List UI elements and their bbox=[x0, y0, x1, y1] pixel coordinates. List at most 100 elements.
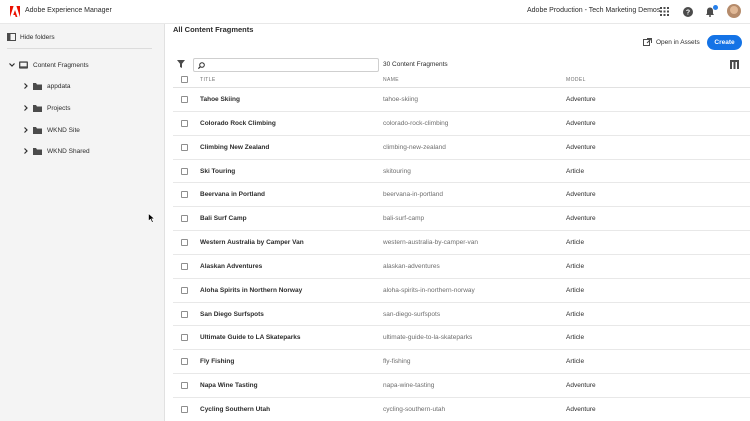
select-all-checkbox[interactable] bbox=[181, 76, 188, 83]
table-row[interactable]: Colorado Rock Climbing colorado-rock-clim… bbox=[173, 112, 750, 136]
open-in-assets-label: Open in Assets bbox=[656, 38, 700, 46]
table-row[interactable]: Cycling Southern Utah cycling-southern-ut… bbox=[173, 398, 750, 421]
app-title[interactable]: Adobe Experience Manager bbox=[25, 7, 112, 14]
row-name: bali-surf-camp bbox=[383, 215, 425, 223]
table-row[interactable]: Tahoe Skiing tahoe-skiing Adventure bbox=[173, 88, 750, 112]
row-checkbox[interactable] bbox=[181, 143, 188, 151]
row-title[interactable]: Fly Fishing bbox=[200, 358, 234, 365]
row-title[interactable]: Ski Touring bbox=[200, 168, 235, 175]
sidebar-divider bbox=[7, 48, 152, 49]
tree-item-projects[interactable]: Projects bbox=[22, 103, 70, 113]
table-row[interactable]: Fly Fishing fly-fishing Article bbox=[173, 350, 750, 375]
row-checkbox[interactable] bbox=[181, 310, 188, 318]
row-name: tahoe-skiing bbox=[383, 96, 419, 103]
row-checkbox[interactable] bbox=[181, 358, 188, 366]
tree-item-label: WKND Shared bbox=[47, 147, 90, 155]
row-title[interactable]: Aloha Spirits in Northern Norway bbox=[200, 287, 302, 294]
folder-icon bbox=[33, 82, 42, 90]
table-row[interactable]: Aloha Spirits in Northern Norway aloha-sp… bbox=[173, 279, 750, 303]
tree-item-appdata[interactable]: appdata bbox=[22, 81, 71, 91]
row-title[interactable]: Cycling Southern Utah bbox=[200, 406, 270, 413]
row-checkbox[interactable] bbox=[181, 239, 188, 247]
org-switcher[interactable]: Adobe Production - Tech Marketing Demos bbox=[527, 7, 660, 14]
table-row[interactable]: Napa Wine Tasting napa-wine-tasting Advent… bbox=[173, 374, 750, 398]
row-title[interactable]: Climbing New Zealand bbox=[200, 144, 269, 151]
table-row[interactable]: Alaskan Adventures alaskan-adventures Arti… bbox=[173, 255, 750, 279]
column-settings-icon[interactable] bbox=[730, 60, 739, 69]
table-body: Tahoe Skiing tahoe-skiing Adventure Colorad… bbox=[173, 88, 750, 421]
row-checkbox[interactable] bbox=[181, 334, 188, 342]
row-name: ultimate-guide-to-la-skateparks bbox=[383, 334, 473, 342]
tree-item-wknd-shared[interactable]: WKND Shared bbox=[22, 146, 90, 156]
row-checkbox[interactable] bbox=[181, 382, 188, 390]
column-header-name[interactable]: NAME bbox=[383, 77, 399, 83]
row-name: cycling-southern-utah bbox=[383, 405, 446, 413]
column-header-model[interactable]: MODEL bbox=[566, 77, 586, 83]
search-field[interactable] bbox=[193, 58, 379, 72]
row-title[interactable]: San Diego Surfspots bbox=[200, 311, 264, 318]
row-checkbox[interactable] bbox=[181, 215, 188, 223]
hide-folders-button[interactable]: Hide folders bbox=[7, 33, 55, 41]
user-avatar[interactable] bbox=[727, 4, 741, 18]
row-model: Adventure bbox=[566, 215, 596, 223]
row-name: western-australia-by-camper-van bbox=[383, 239, 479, 247]
row-title[interactable]: Tahoe Skiing bbox=[200, 96, 240, 103]
row-checkbox[interactable] bbox=[181, 191, 188, 199]
table-row[interactable]: Ultimate Guide to LA Skateparks ultimate-… bbox=[173, 326, 750, 351]
table-row[interactable]: Bali Surf Camp bali-surf-camp Adventure bbox=[173, 207, 750, 232]
svg-text:?: ? bbox=[685, 9, 689, 16]
table-row[interactable]: San Diego Surfspots san-diego-surfspots Ar… bbox=[173, 303, 750, 327]
notification-badge bbox=[713, 5, 718, 10]
table-row[interactable]: Climbing New Zealand climbing-new-zealand… bbox=[173, 136, 750, 160]
row-title[interactable]: Napa Wine Tasting bbox=[200, 382, 258, 389]
folder-icon bbox=[33, 104, 42, 112]
apps-grid-icon[interactable] bbox=[658, 5, 671, 18]
row-name: beervana-in-portland bbox=[383, 191, 443, 199]
open-in-new-icon bbox=[643, 38, 652, 46]
row-model: Adventure bbox=[566, 143, 596, 151]
chevron-right-icon[interactable] bbox=[22, 127, 30, 133]
row-name: san-diego-surfspots bbox=[383, 310, 441, 318]
row-model: Article bbox=[566, 167, 585, 175]
tree-item-wknd-site[interactable]: WKND Site bbox=[22, 125, 80, 135]
tree-item-label: Content Fragments bbox=[33, 61, 89, 69]
tree-item-label: appdata bbox=[47, 82, 71, 90]
chevron-right-icon[interactable] bbox=[22, 148, 30, 154]
row-checkbox[interactable] bbox=[181, 405, 188, 413]
main-content: All Content Fragments Open in Assets Cre… bbox=[165, 24, 750, 421]
row-model: Article bbox=[566, 334, 585, 342]
chevron-right-icon[interactable] bbox=[22, 105, 30, 111]
folder-icon bbox=[33, 147, 42, 155]
row-name: fly-fishing bbox=[383, 358, 411, 366]
row-model: Adventure bbox=[566, 382, 596, 390]
row-name: napa-wine-tasting bbox=[383, 382, 435, 390]
row-model: Article bbox=[566, 358, 585, 366]
content-fragments-table: TITLE NAME MODEL Tahoe Skiing tahoe-skiin… bbox=[173, 72, 750, 421]
help-icon[interactable]: ? bbox=[681, 5, 694, 18]
row-title[interactable]: Bali Surf Camp bbox=[200, 215, 247, 222]
chevron-right-icon[interactable] bbox=[22, 83, 30, 89]
row-checkbox[interactable] bbox=[181, 262, 188, 270]
create-button[interactable]: Create bbox=[707, 35, 742, 50]
search-input[interactable] bbox=[208, 61, 368, 69]
filter-icon[interactable] bbox=[177, 60, 185, 68]
table-row[interactable]: Beervana in Portland beervana-in-portland… bbox=[173, 183, 750, 208]
tree-item-content-fragments[interactable]: Content Fragments bbox=[8, 60, 89, 70]
chevron-down-icon[interactable] bbox=[8, 63, 16, 67]
row-checkbox[interactable] bbox=[181, 167, 188, 175]
row-title[interactable]: Western Australia by Camper Van bbox=[200, 239, 304, 246]
row-checkbox[interactable] bbox=[181, 96, 188, 103]
adobe-logo-icon[interactable] bbox=[10, 6, 20, 17]
column-header-title[interactable]: TITLE bbox=[200, 77, 216, 83]
row-title[interactable]: Colorado Rock Climbing bbox=[200, 120, 276, 127]
row-checkbox[interactable] bbox=[181, 119, 188, 127]
table-row[interactable]: Ski Touring skitouring Article bbox=[173, 160, 750, 184]
folder-sidebar: Hide folders Content Fragments appdata P… bbox=[0, 24, 165, 421]
row-checkbox[interactable] bbox=[181, 286, 188, 294]
row-title[interactable]: Alaskan Adventures bbox=[200, 263, 262, 270]
row-title[interactable]: Beervana in Portland bbox=[200, 191, 265, 198]
open-in-assets-button[interactable]: Open in Assets bbox=[643, 38, 700, 46]
row-title[interactable]: Ultimate Guide to LA Skateparks bbox=[200, 334, 301, 341]
table-row[interactable]: Western Australia by Camper Van western-a… bbox=[173, 231, 750, 255]
row-name: climbing-new-zealand bbox=[383, 143, 446, 151]
